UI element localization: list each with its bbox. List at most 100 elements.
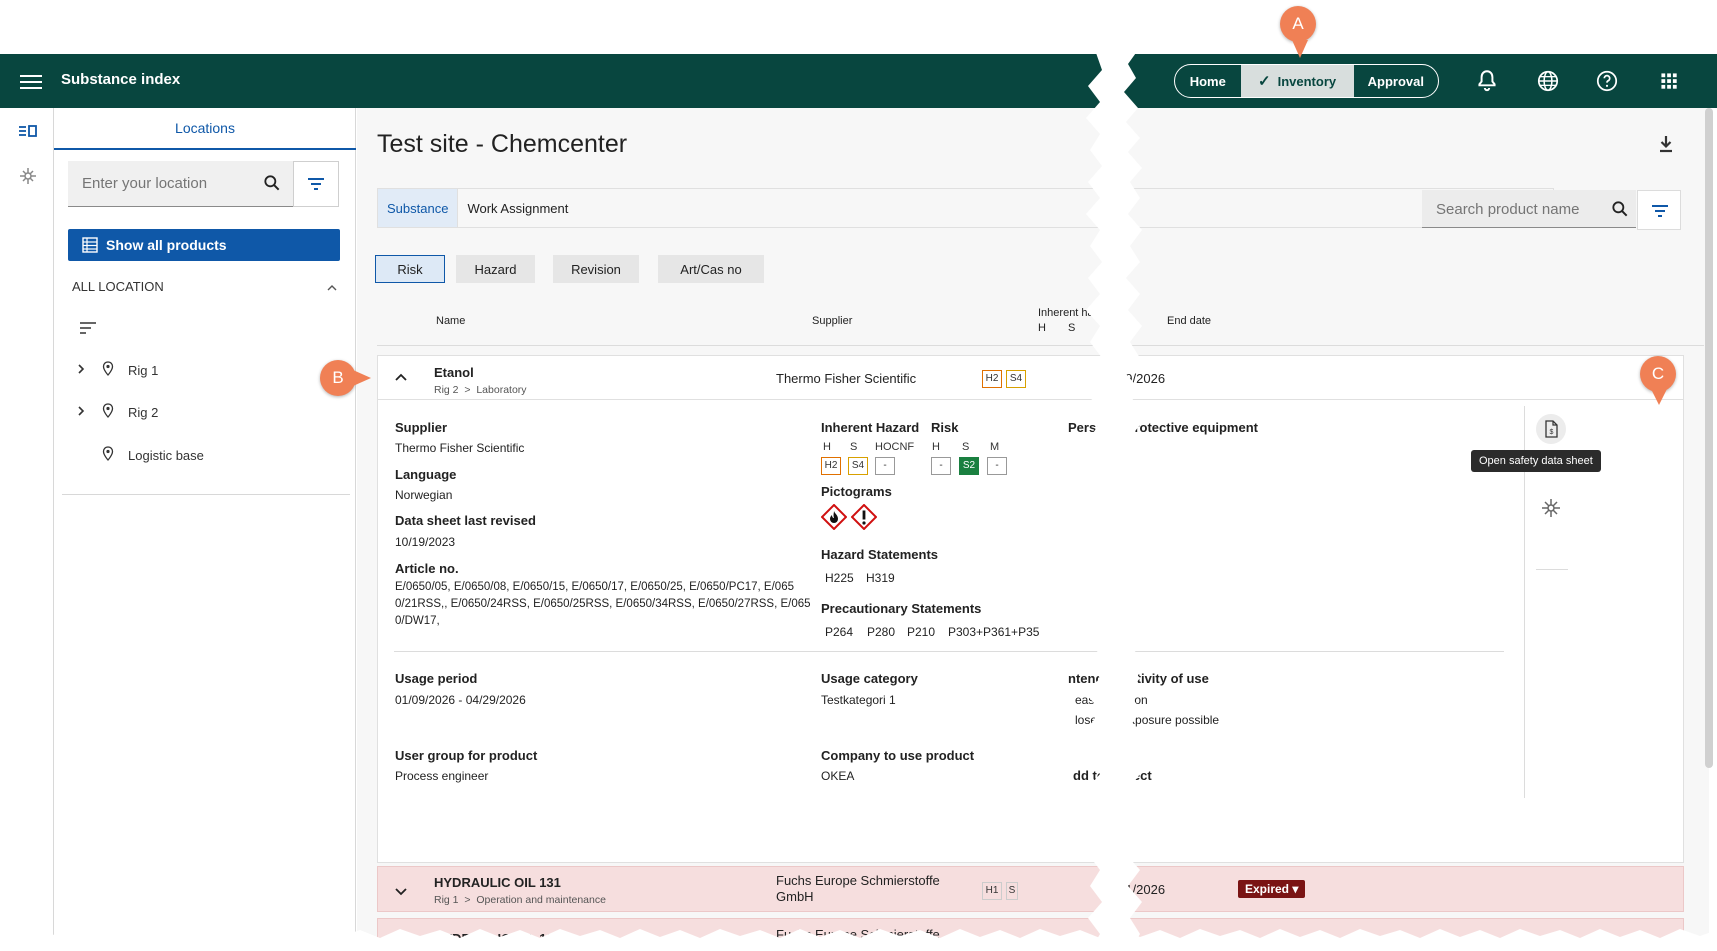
inherent-badges: H2 S4-	[821, 455, 899, 475]
product-supplier: Fuchs Europe Schmierstoffe	[776, 873, 940, 888]
product-location-path: Rig 1 > Operation and maintenance	[434, 894, 606, 906]
inherent-col-s: S	[850, 441, 858, 453]
risk-label: Risk	[931, 420, 959, 435]
nav-inventory-label: Inventory	[1277, 73, 1337, 89]
callout-a-pointer	[1292, 40, 1308, 58]
product-supplier: GmbH	[776, 889, 814, 904]
callout-b: B	[320, 360, 356, 396]
locations-panel: Locations Show all products ALL LOCATION…	[54, 108, 356, 951]
status-badge[interactable]: Expired ▾	[1238, 880, 1306, 898]
hazard-statement: H319	[866, 571, 895, 585]
column-header-name[interactable]: Name	[436, 315, 465, 327]
sort-icon[interactable]	[78, 320, 98, 341]
table-row[interactable]: HYDRAULIC OIL 131 Fuchs Europe Schmierst…	[377, 918, 1684, 951]
location-item-rig-1[interactable]: Rig 1	[76, 358, 336, 382]
list-view-icon[interactable]	[16, 120, 40, 144]
download-icon[interactable]	[1657, 134, 1675, 159]
chevron-up-icon[interactable]	[394, 369, 408, 387]
inherent-hazard-label: Inherent Hazard	[821, 420, 920, 435]
help-icon[interactable]	[1594, 68, 1620, 94]
hazard-badge-h: H1	[982, 882, 1002, 900]
chevron-right-icon[interactable]	[76, 363, 102, 378]
inherent-badge-s: S4	[848, 457, 868, 475]
show-all-products-button[interactable]: Show all products	[68, 229, 340, 261]
product-end-date: 04/29/2026	[1100, 371, 1166, 386]
table-row[interactable]: HYDRAULIC OIL 131 Rig 1 > Operation and …	[377, 866, 1684, 912]
table-row[interactable]: Etanol Rig 2 > Laboratory Thermo Fisher …	[378, 356, 1683, 400]
main-nav-switch: Home ✓ Inventory Approval	[1174, 64, 1439, 98]
header-divider	[377, 345, 1704, 346]
product-name[interactable]: HYDRAULIC OIL 131	[434, 875, 561, 890]
chevron-down-icon[interactable]	[394, 884, 408, 902]
inherent-badge-hocnf: -	[875, 457, 895, 475]
filter-chip-revision[interactable]: Revision	[553, 255, 639, 283]
risk-badges: - S2-	[931, 455, 1011, 475]
location-pin-icon	[102, 361, 124, 379]
search-icon[interactable]	[262, 173, 282, 198]
nav-inventory-button[interactable]: ✓ Inventory	[1240, 65, 1354, 97]
tab-work-assignment[interactable]: Work Assignment	[458, 189, 577, 227]
scrollbar[interactable]	[1705, 108, 1713, 768]
callout-c-pointer	[1651, 389, 1667, 405]
sparkle-icon[interactable]	[1539, 496, 1563, 525]
nav-approval-button[interactable]: Approval	[1354, 65, 1438, 97]
column-header-supplier[interactable]: Supplier	[812, 315, 852, 327]
flammable-icon	[820, 503, 848, 531]
risk-badge-m: -	[987, 457, 1007, 475]
tab-locations[interactable]: Locations	[54, 108, 356, 150]
location-filter-button[interactable]	[293, 161, 339, 207]
location-item-logistic-base[interactable]: Logistic base	[76, 443, 336, 467]
location-pin-icon	[102, 403, 124, 421]
location-search-input[interactable]	[82, 175, 252, 192]
filter-chip-risk[interactable]: Risk	[375, 255, 445, 283]
product-name[interactable]: Etanol	[434, 365, 474, 380]
table-icon	[82, 237, 98, 253]
product-filter-button[interactable]	[1637, 190, 1681, 230]
intended-activity-line: lose. No exposure possible	[1075, 713, 1220, 727]
user-group-value: Process engineer	[395, 769, 489, 783]
supplier-value: Thermo Fisher Scientific	[395, 441, 525, 455]
exclamation-icon	[850, 503, 878, 531]
company-label: Company to use product	[821, 748, 975, 763]
product-name[interactable]: HYDRAULIC OIL 131	[434, 931, 561, 946]
chevron-right-icon[interactable]	[76, 405, 102, 420]
globe-icon[interactable]	[1535, 68, 1561, 94]
top-navigation-bar: Substance index Home ✓ Inventory Approva…	[0, 54, 1717, 108]
product-supplier: Fuchs Europe Schmierstoffe	[776, 927, 940, 942]
article-line: E/0650/05, E/0650/08, E/0650/15, E/0650/…	[395, 581, 794, 593]
inherent-col-hocnf: HOCNF	[875, 441, 915, 453]
add-to-project-link[interactable]: dd to project	[1073, 768, 1152, 783]
app-title: Substance index	[61, 71, 181, 88]
nav-home-button[interactable]: Home	[1175, 65, 1241, 97]
filter-chip-art-cas[interactable]: Art/Cas no	[658, 255, 764, 283]
svg-text:$: $	[1550, 429, 1554, 436]
filter-chip-hazard[interactable]: Hazard	[456, 255, 535, 283]
column-header-end-date[interactable]: End date	[1167, 315, 1211, 327]
risk-col-h: H	[932, 441, 940, 453]
menu-icon[interactable]	[20, 71, 42, 91]
article-label: Article no.	[395, 561, 459, 576]
hazard-badge-h: H2	[982, 370, 1002, 388]
sparkle-icon[interactable]	[16, 164, 40, 188]
tab-substance[interactable]: Substance	[378, 189, 459, 227]
table-row-expanded: Etanol Rig 2 > Laboratory Thermo Fisher …	[377, 355, 1684, 863]
column-header-s: S	[1068, 322, 1076, 334]
risk-col-s: S	[962, 441, 970, 453]
location-item-rig-2[interactable]: Rig 2	[76, 400, 336, 424]
chevron-up-icon[interactable]	[326, 280, 338, 298]
bell-icon[interactable]	[1474, 68, 1500, 94]
show-all-products-label: Show all products	[106, 237, 227, 253]
precautionary-statement: P303+P361+P35	[948, 625, 1040, 639]
location-item-label: Rig 2	[128, 404, 159, 420]
precautionary-statement: P280	[867, 625, 896, 639]
tooltip: Open safety data sheet	[1471, 450, 1601, 472]
left-rail	[0, 108, 54, 951]
product-search-input[interactable]	[1436, 201, 1606, 218]
user-group-label: User group for product	[395, 748, 538, 763]
sheet-revised-value: 10/19/2023	[395, 535, 456, 549]
open-safety-data-sheet-button[interactable]: $	[1536, 414, 1566, 444]
inherent-badge-h: H2	[821, 457, 841, 475]
apps-grid-icon[interactable]	[1656, 68, 1682, 94]
search-icon[interactable]	[1610, 199, 1630, 224]
document-icon: $	[1545, 420, 1558, 438]
